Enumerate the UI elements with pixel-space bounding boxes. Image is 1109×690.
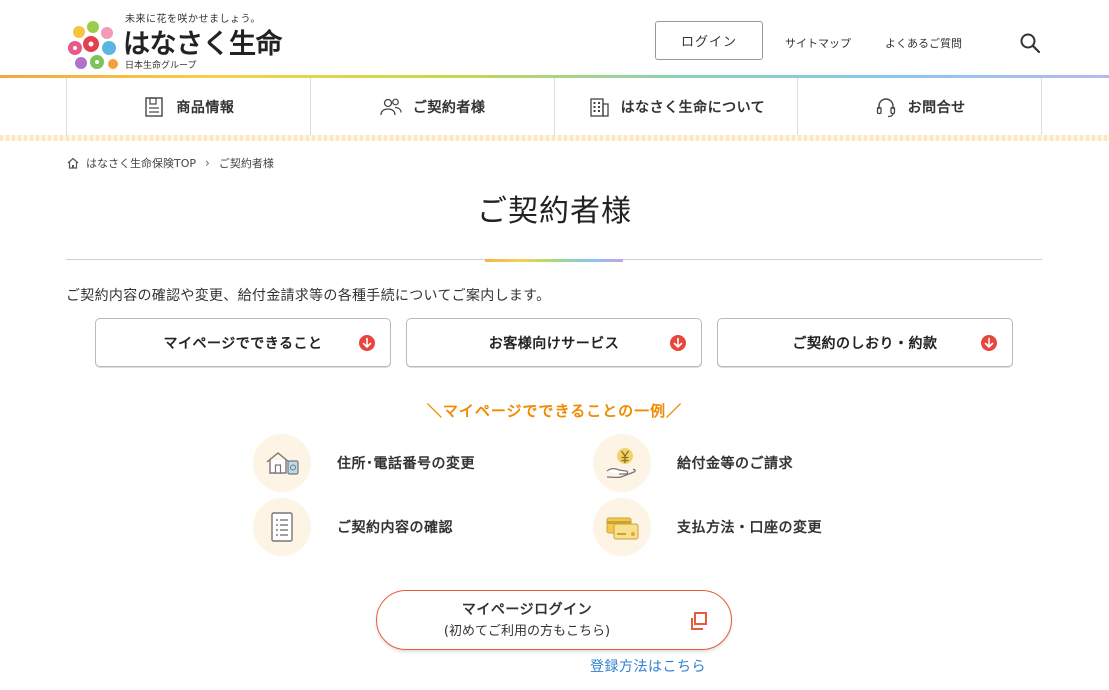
breadcrumb-home-link[interactable]: はなさく生命保険TOP: [86, 155, 196, 171]
example-label: 給付金等のご請求: [677, 456, 793, 472]
building-icon: [589, 97, 609, 117]
cards-icon: [606, 517, 639, 540]
search-icon[interactable]: [1018, 31, 1042, 55]
breadcrumb: はなさく生命保険TOP › ご契約者様: [66, 155, 274, 171]
brand-group: 日本生命グループ: [125, 61, 197, 71]
nav-label-contact: お問合せ: [907, 99, 966, 116]
yen-hand-icon: [606, 448, 636, 479]
document-list-icon: [271, 512, 293, 542]
brand-name: はなさく生命: [123, 29, 283, 60]
people-icon: [380, 98, 402, 115]
arrow-down-circle-icon: [981, 335, 997, 351]
mypage-login-subtitle: (初めてご利用の方もこちら): [443, 624, 611, 639]
page-title: ご契約者様: [477, 194, 632, 229]
nav-label-policyholders: ご契約者様: [412, 99, 486, 116]
example-payment-change: 支払方法・口座の変更: [593, 498, 822, 556]
brand-logo[interactable]: 未来に花を咲かせましょう。 はなさく生命 日本生命グループ: [65, 8, 295, 72]
product-info-icon: [145, 96, 164, 117]
home-icon: [67, 157, 79, 169]
example-address-change: 住所･電話番号の変更: [253, 434, 475, 492]
login-button[interactable]: ログイン: [655, 21, 763, 60]
intro-text: ご契約内容の確認や変更、給付金請求等の各種手続についてご案内します。: [66, 288, 551, 304]
example-contract-check: ご契約内容の確認: [253, 498, 453, 556]
nav-item-about[interactable]: はなさく生命について: [555, 78, 799, 135]
anchor-policy-terms[interactable]: ご契約のしおり・約款: [717, 318, 1013, 367]
sitemap-link[interactable]: サイトマップ: [785, 35, 851, 51]
headset-icon: [876, 97, 895, 117]
example-icon-wrap: [253, 498, 311, 556]
nav-item-products[interactable]: 商品情報: [67, 78, 311, 135]
house-phone-icon: [266, 452, 299, 475]
arrow-down-circle-icon: [359, 335, 375, 351]
example-label: 住所･電話番号の変更: [337, 456, 475, 472]
example-label: ご契約内容の確認: [337, 520, 453, 536]
breadcrumb-separator: ›: [205, 156, 210, 170]
anchor-label: ご契約のしおり・約款: [792, 335, 938, 352]
nav-item-policyholders[interactable]: ご契約者様: [311, 78, 555, 135]
example-icon-wrap: [253, 434, 311, 492]
mypage-login-title: マイページログイン: [461, 602, 593, 618]
mypage-login-button[interactable]: マイページログイン (初めてご利用の方もこちら): [376, 590, 732, 650]
flower-logo-icon: [68, 21, 118, 69]
anchor-mypage-features[interactable]: マイページでできること: [95, 318, 391, 367]
examples-heading: ＼マイページでできることの一例／: [426, 402, 683, 420]
title-accent-bar: [485, 259, 623, 262]
nav-decorative-stripe: [0, 135, 1109, 141]
example-label: 支払方法・口座の変更: [677, 520, 822, 536]
site-header: 未来に花を咲かせましょう。 はなさく生命 日本生命グループ ログイン サイトマッ…: [0, 0, 1109, 76]
nav-label-products: 商品情報: [176, 99, 235, 116]
nav-item-contact[interactable]: お問合せ: [798, 78, 1042, 135]
anchor-label: お客様向けサービス: [488, 335, 620, 352]
breadcrumb-current: ご契約者様: [218, 157, 274, 170]
anchor-label: マイページでできること: [163, 335, 323, 352]
example-claim: 給付金等のご請求: [593, 434, 793, 492]
external-link-icon: [691, 612, 707, 630]
registration-guide-link[interactable]: 登録方法はこちら: [590, 656, 706, 676]
example-icon-wrap: [593, 434, 651, 492]
faq-link[interactable]: よくあるご質問: [885, 35, 962, 51]
arrow-down-circle-icon: [670, 335, 686, 351]
global-nav: 商品情報 ご契約者様 はなさく生命について お問合せ: [66, 78, 1042, 135]
example-icon-wrap: [593, 498, 651, 556]
nav-label-about: はなさく生命について: [620, 99, 766, 116]
anchor-customer-services[interactable]: お客様向けサービス: [406, 318, 702, 367]
